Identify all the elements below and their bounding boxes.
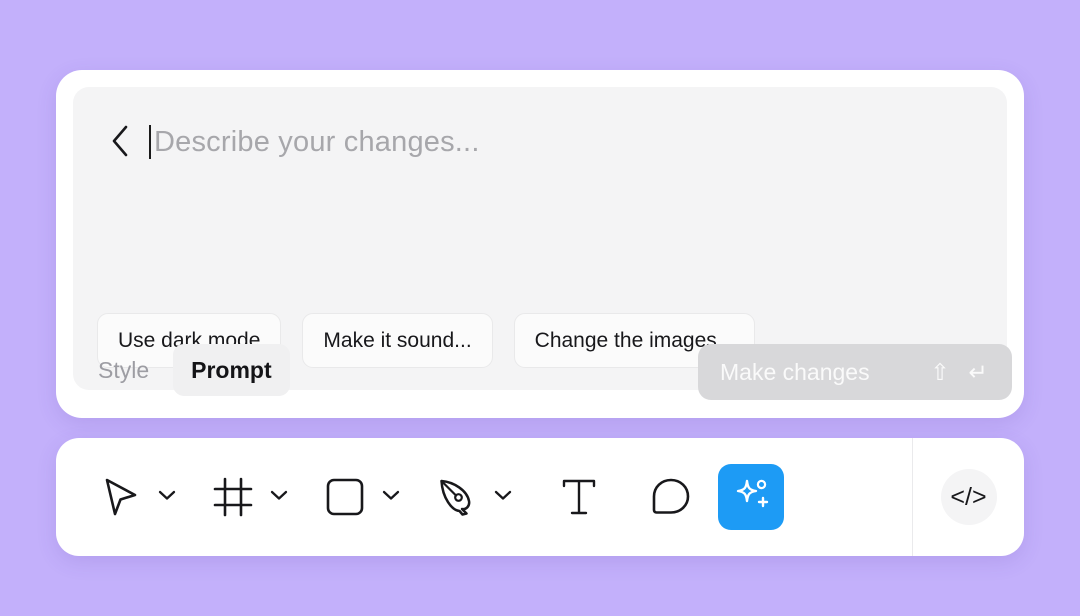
square-icon (325, 477, 365, 517)
shift-key-icon: ⇧ (930, 358, 950, 385)
chevron-left-icon (109, 124, 131, 158)
chevron-down-icon (494, 488, 512, 506)
prompt-placeholder: Describe your changes... (154, 125, 480, 158)
comment-tool-button[interactable] (640, 466, 702, 528)
text-t-icon (559, 476, 599, 518)
frame-icon (212, 476, 254, 518)
tab-prompt[interactable]: Prompt (173, 344, 290, 396)
pen-tool-dropdown[interactable] (488, 469, 518, 525)
make-changes-label: Make changes (720, 358, 870, 385)
move-tool-dropdown[interactable] (152, 469, 182, 525)
suggestion-chip-make-it-sound[interactable]: Make it sound... (302, 313, 493, 368)
pen-tool-button[interactable] (426, 466, 488, 528)
dev-mode-button[interactable]: </> (940, 469, 997, 525)
comment-bubble-icon (650, 476, 692, 518)
frame-tool-button[interactable] (202, 466, 264, 528)
move-tool-button[interactable] (90, 466, 152, 528)
prompt-input-row: Describe your changes... (73, 87, 1007, 197)
dev-mode-zone: </> (913, 438, 1024, 556)
chevron-down-icon (382, 488, 400, 506)
sparkle-plus-icon (730, 474, 772, 521)
enter-key-icon: ↵ (968, 358, 988, 385)
code-brackets-icon: </> (950, 482, 987, 511)
cursor-arrow-icon (101, 476, 141, 518)
tab-style[interactable]: Style (80, 344, 167, 396)
chevron-down-icon (270, 488, 288, 506)
shape-tool-dropdown[interactable] (376, 469, 406, 525)
chevron-down-icon (158, 488, 176, 506)
shape-tool-button[interactable] (314, 466, 376, 528)
text-tool-button[interactable] (548, 466, 610, 528)
ai-tool-button[interactable] (718, 464, 784, 530)
editor-toolbar: </> (56, 438, 1024, 556)
pen-nib-icon (436, 476, 478, 518)
mode-tabs: Style Prompt (80, 344, 290, 396)
make-changes-button[interactable]: Make changes ⇧ ↵ (698, 344, 1012, 400)
prompt-input-field[interactable]: Describe your changes... (149, 121, 1007, 163)
frame-tool-dropdown[interactable] (264, 469, 294, 525)
back-button[interactable] (97, 121, 143, 161)
tool-group (56, 438, 912, 556)
